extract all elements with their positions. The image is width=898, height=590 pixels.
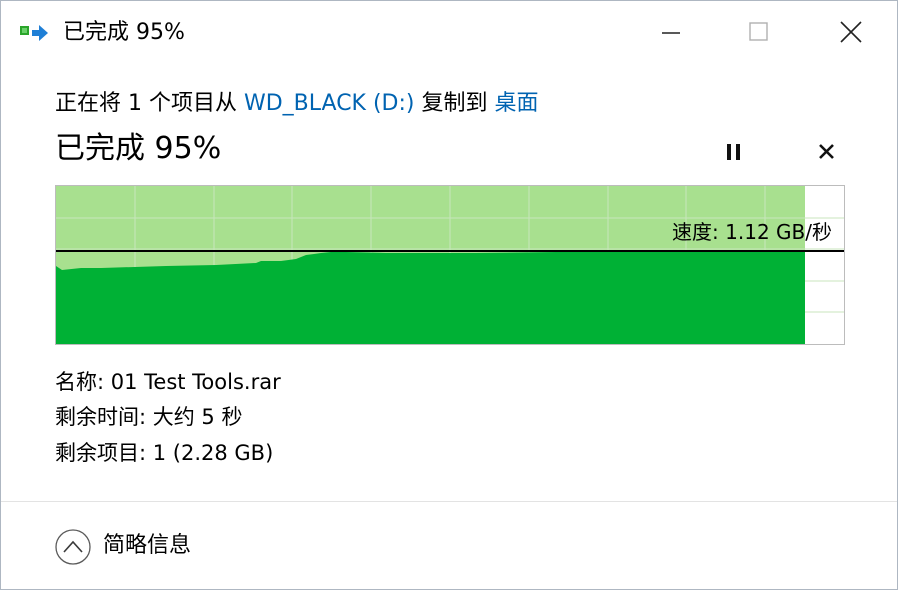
copy-prefix: 正在将 1 个项目从 (55, 91, 244, 116)
chevron-up-icon (55, 529, 91, 565)
time-remaining-row: 剩余时间: 大约 5 秒 (55, 405, 243, 429)
source-link[interactable]: WD_BLACK (D:) (244, 91, 415, 116)
window-title: 已完成 95% (63, 20, 185, 45)
speed-readout: 速度: 1.12 GB/秒 (672, 220, 832, 244)
copy-description: 正在将 1 个项目从 WD_BLACK (D:) 复制到 桌面 (55, 89, 539, 119)
minimize-icon (662, 32, 680, 34)
footer-divider (1, 501, 897, 502)
maximize-icon (749, 22, 768, 41)
title-bar: 已完成 95% (1, 1, 897, 63)
pause-button[interactable] (717, 137, 751, 167)
close-icon (840, 21, 862, 43)
maximize-button[interactable] (728, 1, 788, 63)
destination-link[interactable]: 桌面 (495, 91, 539, 116)
cancel-icon (819, 144, 834, 159)
transfer-speed-graph: 速度: 1.12 GB/秒 (55, 185, 845, 345)
percent-complete: 已完成 95% (55, 131, 222, 166)
fewer-details-label: 简略信息 (103, 533, 192, 558)
file-copy-icon (19, 22, 51, 44)
copy-middle: 复制到 (414, 91, 495, 116)
pause-icon (727, 144, 740, 160)
items-remaining-row: 剩余项目: 1 (2.28 GB) (55, 441, 274, 465)
file-name-row: 名称: 01 Test Tools.rar (55, 370, 281, 394)
copy-progress-dialog: 已完成 95% 正在将 1 个项目从 WD_BLACK (D:) 复制到 桌面 … (0, 0, 898, 590)
close-window-button[interactable] (821, 1, 881, 63)
fewer-details-toggle[interactable]: 简略信息 (55, 527, 215, 567)
minimize-button[interactable] (657, 1, 717, 63)
cancel-button[interactable] (809, 137, 843, 167)
speed-graph-canvas (56, 186, 844, 344)
